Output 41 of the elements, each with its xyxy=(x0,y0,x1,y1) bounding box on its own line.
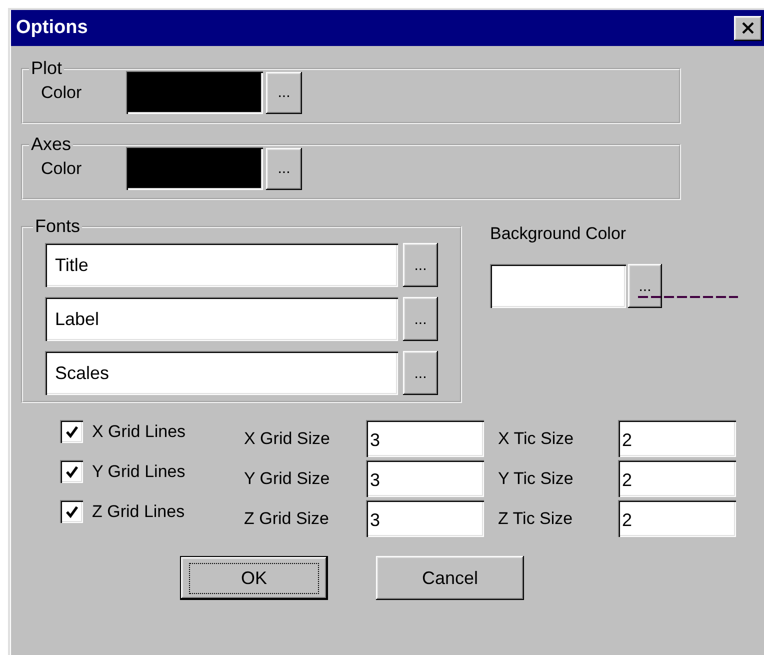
grid-size-label: X Grid Size xyxy=(244,428,331,448)
group-title: Plot xyxy=(30,58,64,79)
input-field[interactable]: Scales xyxy=(45,351,398,395)
checkbox[interactable] xyxy=(60,460,83,483)
checkmark-icon xyxy=(64,424,78,438)
tic-size-label: Z Tic Size xyxy=(497,508,574,528)
browse-button[interactable]: ... xyxy=(403,243,438,287)
group-title: Fonts xyxy=(34,216,82,237)
dialog-button[interactable]: OK xyxy=(181,557,327,599)
checkmark-icon xyxy=(64,504,78,518)
grid-size-label: Y Grid Size xyxy=(244,468,331,488)
group-title: Axes xyxy=(30,134,72,155)
browse-button[interactable]: ... xyxy=(266,72,302,114)
color-label: Color xyxy=(41,82,83,102)
checkbox-label: X Grid Lines xyxy=(92,422,186,442)
checkbox-label: Y Grid Lines xyxy=(92,462,186,482)
dialog-button[interactable]: Cancel xyxy=(376,556,524,600)
input-field[interactable]: Label xyxy=(45,297,398,341)
browse-button[interactable]: ... xyxy=(403,351,438,395)
input-field[interactable]: 2 xyxy=(618,460,736,497)
checkmark-icon xyxy=(64,464,78,478)
browse-button[interactable]: ... xyxy=(266,148,302,190)
checkbox-label: Z Grid Lines xyxy=(92,502,185,522)
tic-size-label: Y Tic Size xyxy=(497,468,574,488)
browse-button[interactable]: ... xyxy=(628,264,662,308)
grid-size-label: Z Grid Size xyxy=(244,508,330,528)
input-field[interactable]: 3 xyxy=(366,420,484,457)
close-button[interactable] xyxy=(734,16,762,40)
input-field[interactable]: 2 xyxy=(618,500,736,537)
input-field[interactable]: Title xyxy=(45,243,398,287)
tic-size-label: X Tic Size xyxy=(497,428,575,448)
input-field[interactable]: 3 xyxy=(366,500,484,537)
background-color-label: Background Color xyxy=(490,224,628,244)
checkbox[interactable] xyxy=(60,500,83,523)
checkbox[interactable] xyxy=(60,420,83,443)
color-label: Color xyxy=(41,158,83,178)
input-field[interactable]: 3 xyxy=(366,460,484,497)
browse-button[interactable]: ... xyxy=(403,297,438,341)
input-field[interactable]: 2 xyxy=(618,420,736,457)
close-icon xyxy=(741,22,755,34)
window-title: Options xyxy=(16,17,88,39)
